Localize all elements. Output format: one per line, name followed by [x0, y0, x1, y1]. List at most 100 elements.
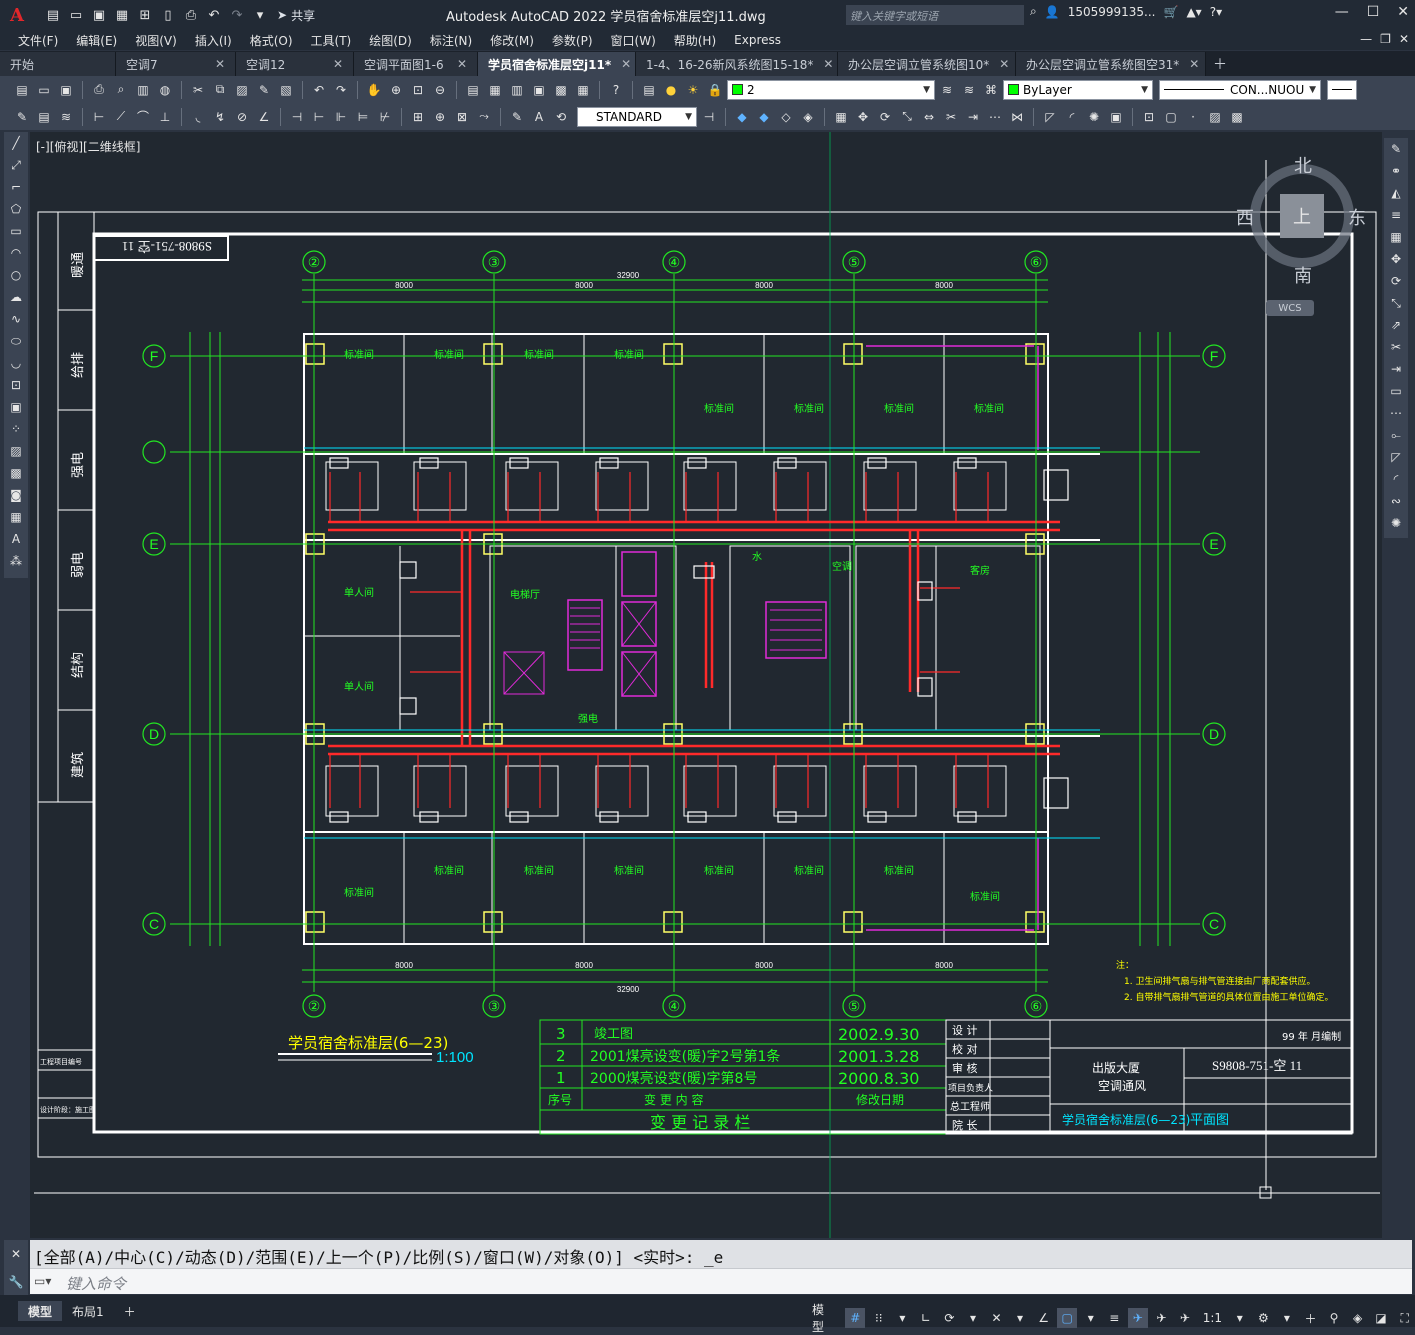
calculator-icon[interactable]: ▦: [573, 80, 593, 100]
isodraft-icon[interactable]: ✕: [987, 1308, 1007, 1328]
redo-icon[interactable]: ↷: [331, 80, 351, 100]
publish-icon[interactable]: ▥: [133, 80, 153, 100]
command-line-grip[interactable]: ✕ 🔧: [4, 1240, 28, 1296]
break-point-icon[interactable]: ▭: [1384, 380, 1408, 402]
gradient-icon[interactable]: ▩: [4, 462, 28, 484]
extend-icon[interactable]: ⇥: [963, 107, 983, 127]
autodesk-icon[interactable]: ▲▾: [1186, 5, 1201, 19]
fullscreen-icon[interactable]: ⛶: [1395, 1308, 1415, 1328]
markup-icon[interactable]: ▩: [551, 80, 571, 100]
layer-state-icon[interactable]: ⌘: [981, 80, 1001, 100]
user-name[interactable]: 1505999135...: [1068, 5, 1156, 19]
menu-express[interactable]: Express: [725, 33, 790, 47]
layer-properties-icon[interactable]: ▤: [639, 80, 659, 100]
arc-icon[interactable]: ◠: [4, 242, 28, 264]
polyline-icon[interactable]: ⌐: [4, 176, 28, 198]
erase-icon[interactable]: ✎: [1384, 138, 1408, 160]
close-icon[interactable]: ✕: [999, 57, 1009, 71]
share-button[interactable]: ➤ 共享: [277, 7, 315, 24]
close-icon[interactable]: ✕: [621, 57, 631, 71]
help-icon[interactable]: ?: [606, 80, 626, 100]
angular-dim-icon[interactable]: ∠: [254, 107, 274, 127]
menu-format[interactable]: 格式(O): [241, 32, 302, 49]
pan-icon[interactable]: ✋: [364, 80, 384, 100]
point-icon[interactable]: ·: [1183, 107, 1203, 127]
tab-start[interactable]: 开始: [0, 52, 116, 76]
3d-print-icon[interactable]: ◍: [155, 80, 175, 100]
zoom-realtime-icon[interactable]: ⊕: [386, 80, 406, 100]
jogged-dim-icon[interactable]: ↯: [210, 107, 230, 127]
annotation-visibility-icon[interactable]: ✈: [1128, 1308, 1148, 1328]
viewcube[interactable]: 北 南 东 西 上: [1236, 152, 1366, 302]
mobile-icon[interactable]: ▯: [159, 6, 177, 24]
center-mark-icon[interactable]: ⊕: [430, 107, 450, 127]
cut-icon[interactable]: ✂: [188, 80, 208, 100]
isolate-icon[interactable]: ⚲: [1324, 1308, 1344, 1328]
stretch-icon[interactable]: ⇔: [919, 107, 939, 127]
new-icon[interactable]: ▤: [12, 80, 32, 100]
edit-icon[interactable]: ✎: [12, 107, 32, 127]
layer-previous-icon[interactable]: ≋: [959, 80, 979, 100]
doc-minimize-icon[interactable]: —: [1360, 32, 1372, 46]
insert-icon[interactable]: ⊡: [4, 374, 28, 396]
close-icon[interactable]: ✕: [1189, 57, 1199, 71]
move-icon[interactable]: ✥: [853, 107, 873, 127]
design-center-icon[interactable]: ▦: [485, 80, 505, 100]
help-icon[interactable]: ?▾: [1210, 5, 1222, 19]
offset-icon[interactable]: ≡: [1384, 204, 1408, 226]
wrench-icon[interactable]: 🔧: [9, 1275, 24, 1289]
print-icon[interactable]: ⎙: [182, 6, 200, 24]
break-icon[interactable]: ⋯: [1384, 402, 1408, 424]
block-editor-icon[interactable]: ▧: [276, 80, 296, 100]
dim-break-icon[interactable]: ⊬: [375, 107, 395, 127]
circle-icon[interactable]: ○: [4, 264, 28, 286]
autocad-logo-icon[interactable]: A: [4, 2, 30, 28]
diameter-dim-icon[interactable]: ⊘: [232, 107, 252, 127]
chevron-down-icon[interactable]: ▾: [893, 1308, 913, 1328]
make-current-layer-icon[interactable]: ≋: [937, 80, 957, 100]
move-icon[interactable]: ✥: [1384, 248, 1408, 270]
zoom-previous-icon[interactable]: ⊖: [430, 80, 450, 100]
close-icon[interactable]: ✕: [1397, 4, 1409, 20]
trim-icon[interactable]: ✂: [1384, 336, 1408, 358]
menu-tools[interactable]: 工具(T): [302, 32, 361, 49]
new-tab-button[interactable]: ＋: [1206, 52, 1234, 76]
polar-icon[interactable]: ⟳: [940, 1308, 960, 1328]
fillet-icon[interactable]: ◜: [1384, 468, 1408, 490]
annotation-scale-icon[interactable]: ✈: [1175, 1308, 1195, 1328]
properties-icon[interactable]: ▤: [463, 80, 483, 100]
group-icon[interactable]: ▣: [1106, 107, 1126, 127]
stretch-icon[interactable]: ⇗: [1384, 314, 1408, 336]
chevron-down-icon[interactable]: ▾: [1277, 1308, 1297, 1328]
chevron-down-icon[interactable]: ▾: [1230, 1308, 1250, 1328]
mirror-icon[interactable]: ◭: [1384, 182, 1408, 204]
array-icon[interactable]: ▦: [831, 107, 851, 127]
dim-text-edit-icon[interactable]: A: [529, 107, 549, 127]
model-space-toggle[interactable]: 模型: [806, 1301, 841, 1335]
tab-file-active[interactable]: 学员宿舍标准层空j11* ✕: [478, 52, 636, 76]
aligned-dim-icon[interactable]: ⟋: [111, 107, 131, 127]
chevron-down-icon[interactable]: ▾: [1081, 1308, 1101, 1328]
continue-dim-icon[interactable]: ⊩: [331, 107, 351, 127]
undo-icon[interactable]: ↶: [309, 80, 329, 100]
tab-file[interactable]: 办公层空调立管系统图空31* ✕: [1016, 52, 1206, 76]
ellipse-icon[interactable]: ⬭: [4, 330, 28, 352]
new-icon[interactable]: ▤: [44, 6, 62, 24]
baseline-dim-icon[interactable]: ⊢: [309, 107, 329, 127]
join-icon[interactable]: ⟜: [1384, 424, 1408, 446]
open-icon[interactable]: ▭: [67, 6, 85, 24]
layer-dropdown[interactable]: 2 ▼: [727, 79, 935, 100]
drawing-viewport[interactable]: S9808-751-空 11 ② ③ ④ ⑤ ⑥ ② ③ ④ ⑤ ⑥ F E D…: [30, 132, 1382, 1238]
menu-insert[interactable]: 插入(I): [186, 32, 241, 49]
grid-icon[interactable]: #: [845, 1308, 866, 1328]
mtext-icon[interactable]: A: [4, 528, 28, 550]
table-icon[interactable]: ▦: [4, 506, 28, 528]
block-icon[interactable]: ▣: [4, 396, 28, 418]
explode-icon[interactable]: ✺: [1084, 107, 1104, 127]
copy-object-icon[interactable]: ◆: [754, 107, 774, 127]
array-icon[interactable]: ▦: [1384, 226, 1408, 248]
paste-icon[interactable]: ▨: [232, 80, 252, 100]
menu-parameter[interactable]: 参数(P): [543, 32, 602, 49]
menu-view[interactable]: 视图(V): [126, 32, 186, 49]
doc-close-icon[interactable]: ✕: [1399, 32, 1409, 46]
